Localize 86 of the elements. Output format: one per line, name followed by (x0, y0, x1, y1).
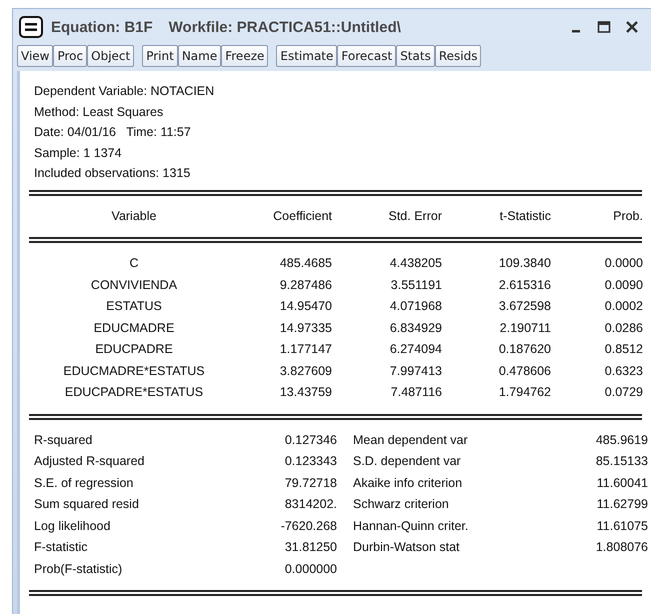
table-cell-text: C (128, 255, 140, 272)
table-cell-text: ESTATUS (105, 298, 163, 315)
menu-icon[interactable] (19, 16, 43, 38)
toolbar-button[interactable]: Estimate (276, 45, 338, 67)
stat-value: 85.15133 (594, 453, 648, 470)
toolbar-button[interactable]: Name (178, 45, 222, 67)
stat-value: 485.9619 (594, 432, 648, 448)
toolbar-button[interactable]: Stats (396, 45, 435, 67)
header-line: Dependent Variable: NOTACIEN (34, 83, 216, 100)
table-cell-text: 0.0000 (604, 255, 643, 272)
table-cell-text: 0.8512 (604, 341, 643, 358)
toolbar-button[interactable]: Proc (53, 45, 88, 67)
toolbar-button[interactable]: Forecast (337, 45, 396, 67)
table-cell-text: 6.834929 (388, 320, 442, 336)
column-header: Coefficient (272, 208, 332, 224)
table-cell-text: 0.0090 (604, 276, 643, 294)
toolbar-button[interactable]: Object (87, 45, 134, 67)
table-cell-text: EDUCMADRE*ESTATUS (62, 362, 206, 380)
table-cell-text: 1.794762 (498, 384, 551, 401)
table-cell-text: 7.487116 (390, 384, 442, 401)
stat-value: 11.61075 (596, 518, 648, 534)
stat-label: Akaike info criterion (353, 474, 464, 492)
header-line: Sample: 1 1374 (34, 144, 123, 162)
stat-value: 11.60041 (596, 474, 648, 492)
stat-label: Durbin-Watson stat (353, 539, 461, 556)
stat-label: S.D. dependent var (353, 453, 462, 470)
table-cell-text: 0.478606 (498, 362, 551, 380)
table-cell-text: CONVIVIENDA (90, 276, 178, 294)
stat-value: 0.127346 (284, 432, 337, 448)
table-cell-text: 14.97335 (278, 320, 332, 336)
table-cell-text: 0.0002 (604, 298, 643, 315)
stat-label: Adjusted R-squared (34, 453, 146, 470)
stat-value: 11.62799 (596, 496, 648, 513)
table-cell-text: 0.0729 (604, 384, 643, 401)
table-cell-text: 4.071968 (388, 298, 442, 315)
table-cell-text: 2.190711 (498, 320, 551, 336)
stat-label: F-statistic (34, 539, 88, 556)
stat-label: R-squared (34, 432, 94, 449)
header-line: Method: Least Squares (34, 104, 164, 121)
stat-value: -7620.268 (280, 518, 337, 534)
table-cell-text: 4.438205 (388, 255, 442, 272)
header-line: Date: 04/01/16 Time: 11:57 (34, 124, 192, 141)
column-header: t-Statistic (498, 208, 551, 224)
stat-value: 31.81250 (284, 539, 337, 556)
toolbar-button[interactable]: Resids (434, 45, 482, 67)
toolbar-button[interactable]: Print (142, 45, 178, 67)
stat-value: 0.000000 (284, 560, 337, 578)
table-cell-text: 3.827609 (278, 362, 332, 380)
workfile-title: Workfile: PRACTICA51::Untitled\ (168, 18, 401, 36)
table-cell-text: 7.997413 (388, 362, 442, 380)
stat-label: Mean dependent var (353, 432, 469, 449)
maximize-icon[interactable] (597, 20, 611, 34)
column-header: Std. Error (388, 208, 442, 224)
stat-value: 8314202. (284, 496, 337, 513)
close-icon[interactable] (625, 20, 639, 34)
table-cell-text: 13.43759 (278, 384, 332, 401)
table-cell-text: 1.177147 (278, 341, 332, 358)
header-line: Included observations: 1315 (34, 165, 192, 182)
table-cell-text: EDUCPADRE (94, 341, 174, 358)
table-cell-text: EDUCPADRE*ESTATUS (64, 384, 204, 401)
table-cell-text: EDUCMADRE (92, 320, 176, 336)
stat-value: 79.72718 (284, 474, 337, 492)
stat-value: 0.123343 (284, 453, 337, 470)
stat-label: Hannan-Quinn criter. (353, 518, 470, 534)
table-cell-text: 0.187620 (498, 341, 551, 358)
table-cell-text: 0.6323 (604, 362, 643, 380)
window-title: Equation: B1F (51, 18, 153, 36)
table-cell-text: 3.551191 (390, 276, 442, 294)
table-cell-text: 485.4685 (278, 255, 332, 272)
toolbar-button[interactable]: View (17, 45, 54, 67)
stat-value: 1.808076 (594, 539, 648, 556)
column-header: Prob. (612, 208, 643, 224)
stat-label: Prob(F-statistic) (34, 560, 124, 578)
column-header: Variable (110, 208, 158, 224)
stat-label: Sum squared resid (34, 496, 140, 513)
table-cell-text: 2.615316 (498, 276, 551, 294)
table-cell-text: 3.672598 (498, 298, 551, 315)
toolbar-button[interactable]: Freeze (221, 45, 268, 67)
table-cell-text: 109.3840 (498, 255, 551, 272)
table-cell-text: 9.287486 (278, 276, 332, 294)
table-cell-text: 0.0286 (604, 320, 643, 336)
stat-label: Schwarz criterion (353, 496, 450, 513)
stat-label: Log likelihood (34, 518, 112, 535)
table-cell-text: 6.274094 (388, 341, 442, 358)
stat-label: S.E. of regression (34, 474, 134, 492)
table-cell-text: 14.95470 (278, 298, 332, 315)
